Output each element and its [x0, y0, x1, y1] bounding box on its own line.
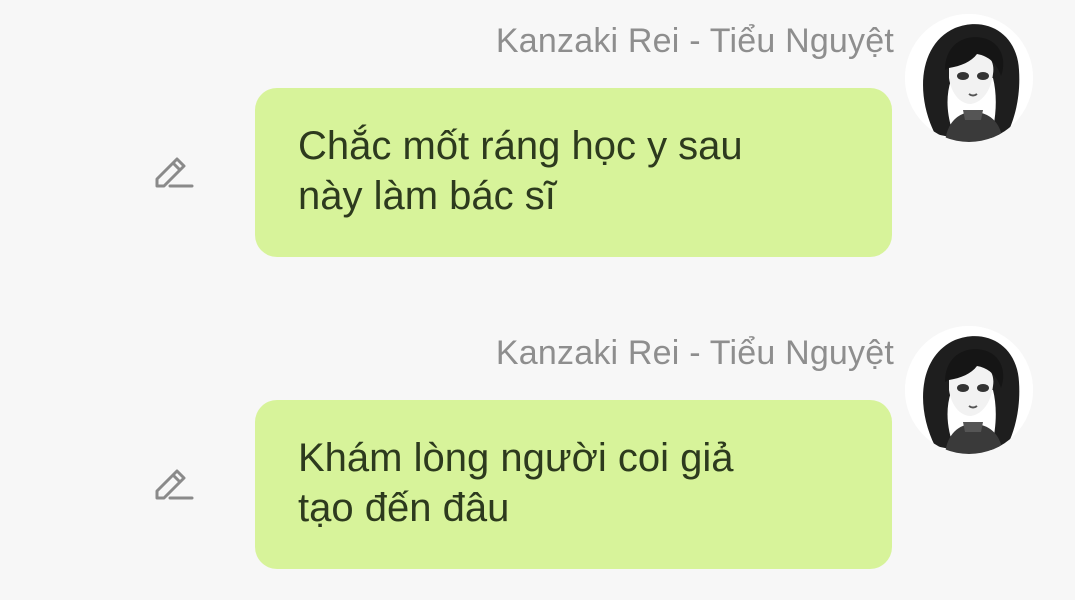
message-text-line: tạo đến đâu: [298, 486, 510, 530]
pencil-icon: [155, 157, 194, 188]
avatar-image: [905, 14, 1033, 142]
edit-button[interactable]: [150, 150, 196, 196]
sender-name: Kanzaki Rei - Tiểu Nguyệt: [495, 334, 894, 372]
edit-button[interactable]: [150, 462, 196, 508]
avatar[interactable]: [905, 326, 1033, 454]
avatar[interactable]: [905, 14, 1033, 142]
sender-name: Kanzaki Rei - Tiểu Nguyệt: [495, 22, 894, 60]
avatar-image: [905, 326, 1033, 454]
message-bubble[interactable]: Chắc mốt ráng học y sau này làm bác sĩ: [255, 88, 892, 257]
message-text-line: này làm bác sĩ: [298, 174, 556, 218]
message-text-line: Khám lòng người coi giả: [298, 436, 734, 480]
chat-message: Kanzaki Rei - Tiểu Nguyệt Khám lòng ngườ…: [0, 312, 1075, 572]
chat-message: Kanzaki Rei - Tiểu Nguyệt Chắc mốt ráng …: [0, 0, 1075, 260]
message-text-line: Chắc mốt ráng học y sau: [298, 124, 743, 168]
pencil-icon: [155, 469, 194, 500]
message-bubble[interactable]: Khám lòng người coi giả tạo đến đâu: [255, 400, 892, 569]
